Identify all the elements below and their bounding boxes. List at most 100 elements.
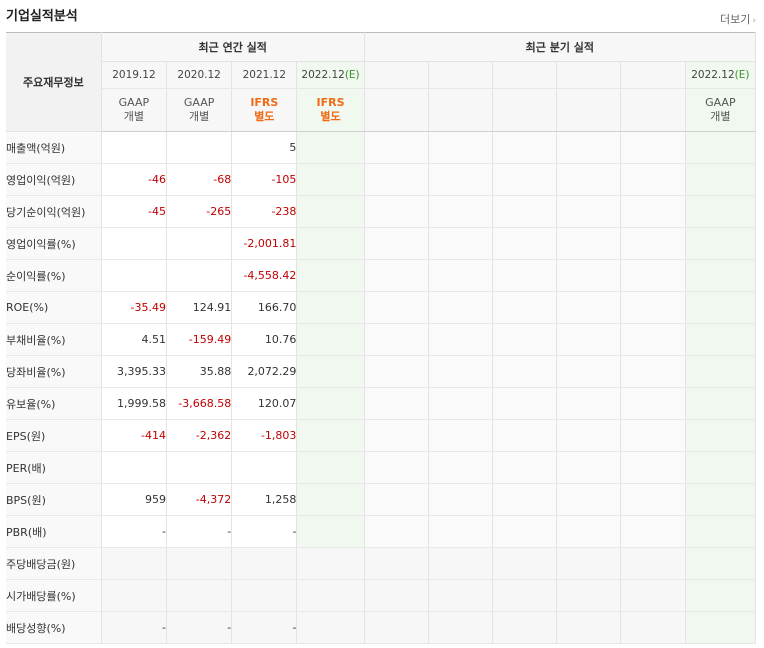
quarter-cell [556, 451, 622, 484]
table-row: PBR(배) - - - [6, 515, 757, 548]
estimate-mark: (E) [344, 69, 360, 81]
standard-basis: 개별 [123, 110, 145, 123]
cell-value [166, 227, 233, 260]
period-header: 2022.12(E) [296, 61, 365, 89]
cell-value [296, 195, 365, 228]
financial-table: 주요재무정보 최근 연간 실적 최근 분기 실적 2019.12 2020.12 2… [6, 32, 757, 644]
cell-value [296, 483, 365, 516]
quarter-cell [428, 419, 494, 452]
quarter-cell [428, 195, 494, 228]
cell-value [166, 131, 233, 164]
cell-value [101, 227, 168, 260]
quarter-standard [556, 88, 622, 132]
quarter-header: 최근 분기 실적 [363, 32, 757, 62]
period-header: 2019.12 [101, 61, 168, 89]
cell-value [296, 547, 365, 580]
quarter-cell [556, 227, 622, 260]
quarter-cell [685, 323, 757, 356]
cell-value: 1,258 [231, 483, 298, 516]
estimate-mark: (E) [734, 69, 750, 81]
row-label: 영업이익률(%) [6, 227, 102, 260]
cell-value: -35.49 [101, 291, 168, 324]
table-row: 당좌비율(%) 3,395.33 35.88 2,072.29 [6, 355, 757, 388]
standard-name: IFRS [250, 96, 279, 109]
row-label: ROE(%) [6, 291, 102, 324]
cell-value: 166.70 [231, 291, 298, 324]
quarter-cell [620, 355, 686, 388]
cell-value: - [231, 611, 298, 644]
quarter-cell [620, 419, 686, 452]
table-row: 순이익률(%) -4,558.42 [6, 259, 757, 292]
cell-value [296, 515, 365, 548]
quarter-cell [556, 163, 622, 196]
row-label: 배당성향(%) [6, 611, 102, 644]
quarter-standard [363, 88, 429, 132]
cell-value [231, 579, 298, 612]
standard-basis: 별도 [254, 110, 275, 123]
cell-value: 4.51 [101, 323, 168, 356]
quarter-cell [685, 483, 757, 516]
quarter-cell [685, 611, 757, 644]
cell-value [166, 259, 233, 292]
period-header: 2020.12 [166, 61, 233, 89]
quarter-cell [363, 387, 429, 420]
cell-value [296, 259, 365, 292]
quarter-cell [492, 291, 558, 324]
quarter-cell [363, 547, 429, 580]
accounting-standard: GAAP 개별 [166, 88, 233, 132]
standard-name: GAAP [705, 96, 736, 109]
quarter-cell [556, 483, 622, 516]
row-label: 시가배당률(%) [6, 579, 102, 612]
table-row: 매출액(억원) 5 [6, 131, 757, 164]
cell-value: - [101, 515, 168, 548]
quarter-cell [685, 259, 757, 292]
cell-value: 124.91 [166, 291, 233, 324]
accounting-standard: IFRS 별도 [231, 88, 298, 132]
accounting-standard: IFRS 별도 [296, 88, 365, 132]
quarter-cell [492, 419, 558, 452]
cell-value [166, 451, 233, 484]
cell-value [101, 131, 168, 164]
cell-value: -4,372 [166, 483, 233, 516]
chevron-right-icon: › [752, 16, 756, 26]
row-label: BPS(원) [6, 483, 102, 516]
quarter-cell [620, 451, 686, 484]
quarter-cell [620, 259, 686, 292]
standard-basis: 개별 [188, 110, 210, 123]
table-row: 시가배당률(%) [6, 579, 757, 612]
quarter-cell [428, 259, 494, 292]
quarter-cell [556, 291, 622, 324]
quarter-cell [620, 323, 686, 356]
quarter-cell [685, 387, 757, 420]
table-row: 부채비율(%) 4.51 -159.49 10.76 [6, 323, 757, 356]
quarter-cell [363, 323, 429, 356]
quarter-cell [492, 259, 558, 292]
quarter-cell [620, 515, 686, 548]
cell-value: 35.88 [166, 355, 233, 388]
quarter-cell [620, 227, 686, 260]
table-row: 영업이익률(%) -2,001.81 [6, 227, 757, 260]
quarter-cell [556, 419, 622, 452]
cell-value [296, 451, 365, 484]
quarter-cell [492, 547, 558, 580]
cell-value: - [231, 515, 298, 548]
quarter-cell [363, 611, 429, 644]
more-link[interactable]: 더보기 › [720, 11, 756, 27]
quarter-cell [428, 579, 494, 612]
quarter-cell [363, 195, 429, 228]
standard-name: GAAP [183, 96, 215, 109]
cell-value [296, 355, 365, 388]
quarter-cell [620, 579, 686, 612]
table-row: 당기순이익(억원) -45 -265 -238 [6, 195, 757, 228]
quarter-cell [556, 611, 622, 644]
quarter-cell [363, 131, 429, 164]
cell-value: 5 [231, 131, 298, 164]
quarter-cell [363, 259, 429, 292]
quarter-cell [685, 419, 757, 452]
cell-value: 959 [101, 483, 168, 516]
quarter-cell [428, 547, 494, 580]
quarter-period-header [620, 61, 686, 89]
quarter-cell [685, 131, 757, 164]
table-row: 영업이익(억원) -46 -68 -105 [6, 163, 757, 196]
quarter-cell [492, 355, 558, 388]
